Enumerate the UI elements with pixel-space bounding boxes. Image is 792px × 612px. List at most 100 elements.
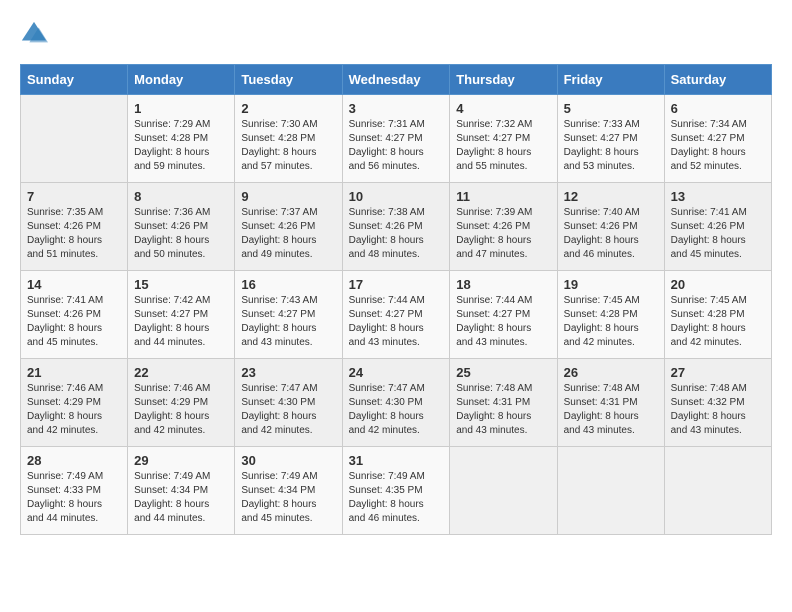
day-number: 16 [241, 277, 335, 292]
weekday-header-monday: Monday [128, 65, 235, 95]
day-number: 10 [349, 189, 444, 204]
day-number: 27 [671, 365, 765, 380]
day-number: 17 [349, 277, 444, 292]
day-number: 12 [564, 189, 658, 204]
calendar-cell: 7 Sunrise: 7:35 AM Sunset: 4:26 PM Daylig… [21, 183, 128, 271]
day-info: Sunrise: 7:33 AM Sunset: 4:27 PM Dayligh… [564, 118, 658, 174]
calendar-cell: 20 Sunrise: 7:45 AM Sunset: 4:28 PM Dayli… [664, 271, 771, 359]
weekday-row: SundayMondayTuesdayWednesdayThursdayFrid… [21, 65, 772, 95]
calendar-cell: 16 Sunrise: 7:43 AM Sunset: 4:27 PM Dayli… [235, 271, 342, 359]
day-number: 15 [134, 277, 228, 292]
calendar-cell: 21 Sunrise: 7:46 AM Sunset: 4:29 PM Dayli… [21, 359, 128, 447]
calendar-cell: 17 Sunrise: 7:44 AM Sunset: 4:27 PM Dayli… [342, 271, 450, 359]
calendar-cell: 28 Sunrise: 7:49 AM Sunset: 4:33 PM Dayli… [21, 447, 128, 535]
day-number: 5 [564, 101, 658, 116]
calendar-body: 1Sunrise: 7:29 AM Sunset: 4:28 PM Daylig… [21, 95, 772, 535]
calendar-cell [450, 447, 557, 535]
calendar-cell: 22 Sunrise: 7:46 AM Sunset: 4:29 PM Dayli… [128, 359, 235, 447]
day-number: 18 [456, 277, 550, 292]
day-number: 24 [349, 365, 444, 380]
calendar-week-row: 21 Sunrise: 7:46 AM Sunset: 4:29 PM Dayli… [21, 359, 772, 447]
calendar-cell [557, 447, 664, 535]
day-info: Sunrise: 7:34 AM Sunset: 4:27 PM Dayligh… [671, 118, 765, 174]
day-info: Sunrise: 7:48 AM Sunset: 4:32 PM Dayligh… [671, 382, 765, 438]
day-number: 13 [671, 189, 765, 204]
day-number: 26 [564, 365, 658, 380]
calendar-cell [664, 447, 771, 535]
calendar-week-row: 7 Sunrise: 7:35 AM Sunset: 4:26 PM Daylig… [21, 183, 772, 271]
page-header [20, 20, 772, 48]
day-info: Sunrise: 7:38 AM Sunset: 4:26 PM Dayligh… [349, 206, 444, 262]
logo-icon [20, 20, 48, 48]
calendar-cell: 1Sunrise: 7:29 AM Sunset: 4:28 PM Daylig… [128, 95, 235, 183]
day-info: Sunrise: 7:31 AM Sunset: 4:27 PM Dayligh… [349, 118, 444, 174]
day-number: 9 [241, 189, 335, 204]
weekday-header-wednesday: Wednesday [342, 65, 450, 95]
day-info: Sunrise: 7:49 AM Sunset: 4:33 PM Dayligh… [27, 470, 121, 526]
logo [20, 20, 52, 48]
day-info: Sunrise: 7:41 AM Sunset: 4:26 PM Dayligh… [671, 206, 765, 262]
calendar-cell: 14 Sunrise: 7:41 AM Sunset: 4:26 PM Dayli… [21, 271, 128, 359]
day-number: 25 [456, 365, 550, 380]
day-number: 21 [27, 365, 121, 380]
calendar-cell: 2 Sunrise: 7:30 AM Sunset: 4:28 PM Daylig… [235, 95, 342, 183]
calendar-cell: 5 Sunrise: 7:33 AM Sunset: 4:27 PM Daylig… [557, 95, 664, 183]
day-info: Sunrise: 7:29 AM Sunset: 4:28 PM Dayligh… [134, 118, 228, 174]
day-info: Sunrise: 7:42 AM Sunset: 4:27 PM Dayligh… [134, 294, 228, 350]
calendar-cell: 10 Sunrise: 7:38 AM Sunset: 4:26 PM Dayli… [342, 183, 450, 271]
calendar-cell: 26Sunrise: 7:48 AM Sunset: 4:31 PM Dayli… [557, 359, 664, 447]
calendar-week-row: 14 Sunrise: 7:41 AM Sunset: 4:26 PM Dayli… [21, 271, 772, 359]
day-number: 30 [241, 453, 335, 468]
calendar-cell: 18 Sunrise: 7:44 AM Sunset: 4:27 PM Dayli… [450, 271, 557, 359]
day-info: Sunrise: 7:46 AM Sunset: 4:29 PM Dayligh… [27, 382, 121, 438]
calendar-week-row: 1Sunrise: 7:29 AM Sunset: 4:28 PM Daylig… [21, 95, 772, 183]
day-info: Sunrise: 7:39 AM Sunset: 4:26 PM Dayligh… [456, 206, 550, 262]
day-number: 19 [564, 277, 658, 292]
weekday-header-friday: Friday [557, 65, 664, 95]
day-info: Sunrise: 7:35 AM Sunset: 4:26 PM Dayligh… [27, 206, 121, 262]
calendar-cell: 9 Sunrise: 7:37 AM Sunset: 4:26 PM Daylig… [235, 183, 342, 271]
day-number: 31 [349, 453, 444, 468]
weekday-header-thursday: Thursday [450, 65, 557, 95]
calendar-cell: 24Sunrise: 7:47 AM Sunset: 4:30 PM Dayli… [342, 359, 450, 447]
day-number: 29 [134, 453, 228, 468]
day-number: 22 [134, 365, 228, 380]
calendar-cell: 27 Sunrise: 7:48 AM Sunset: 4:32 PM Dayli… [664, 359, 771, 447]
day-info: Sunrise: 7:47 AM Sunset: 4:30 PM Dayligh… [241, 382, 335, 438]
calendar-cell: 30 Sunrise: 7:49 AM Sunset: 4:34 PM Dayli… [235, 447, 342, 535]
calendar-header: SundayMondayTuesdayWednesdayThursdayFrid… [21, 65, 772, 95]
calendar-week-row: 28 Sunrise: 7:49 AM Sunset: 4:33 PM Dayli… [21, 447, 772, 535]
calendar-cell: 8 Sunrise: 7:36 AM Sunset: 4:26 PM Daylig… [128, 183, 235, 271]
day-info: Sunrise: 7:45 AM Sunset: 4:28 PM Dayligh… [671, 294, 765, 350]
weekday-header-tuesday: Tuesday [235, 65, 342, 95]
day-info: Sunrise: 7:46 AM Sunset: 4:29 PM Dayligh… [134, 382, 228, 438]
calendar-cell [21, 95, 128, 183]
day-info: Sunrise: 7:48 AM Sunset: 4:31 PM Dayligh… [456, 382, 550, 438]
day-number: 8 [134, 189, 228, 204]
day-info: Sunrise: 7:43 AM Sunset: 4:27 PM Dayligh… [241, 294, 335, 350]
day-number: 28 [27, 453, 121, 468]
calendar-cell: 25 Sunrise: 7:48 AM Sunset: 4:31 PM Dayli… [450, 359, 557, 447]
day-number: 20 [671, 277, 765, 292]
calendar-table: SundayMondayTuesdayWednesdayThursdayFrid… [20, 64, 772, 535]
calendar-cell: 11 Sunrise: 7:39 AM Sunset: 4:26 PM Dayli… [450, 183, 557, 271]
day-info: Sunrise: 7:30 AM Sunset: 4:28 PM Dayligh… [241, 118, 335, 174]
day-number: 7 [27, 189, 121, 204]
day-info: Sunrise: 7:37 AM Sunset: 4:26 PM Dayligh… [241, 206, 335, 262]
calendar-cell: 3Sunrise: 7:31 AM Sunset: 4:27 PM Daylig… [342, 95, 450, 183]
day-info: Sunrise: 7:49 AM Sunset: 4:34 PM Dayligh… [241, 470, 335, 526]
calendar-cell: 19 Sunrise: 7:45 AM Sunset: 4:28 PM Dayli… [557, 271, 664, 359]
day-number: 2 [241, 101, 335, 116]
day-info: Sunrise: 7:41 AM Sunset: 4:26 PM Dayligh… [27, 294, 121, 350]
day-info: Sunrise: 7:36 AM Sunset: 4:26 PM Dayligh… [134, 206, 228, 262]
day-number: 14 [27, 277, 121, 292]
calendar-cell: 4Sunrise: 7:32 AM Sunset: 4:27 PM Daylig… [450, 95, 557, 183]
weekday-header-saturday: Saturday [664, 65, 771, 95]
day-info: Sunrise: 7:45 AM Sunset: 4:28 PM Dayligh… [564, 294, 658, 350]
calendar-cell: 29Sunrise: 7:49 AM Sunset: 4:34 PM Dayli… [128, 447, 235, 535]
day-info: Sunrise: 7:40 AM Sunset: 4:26 PM Dayligh… [564, 206, 658, 262]
day-info: Sunrise: 7:44 AM Sunset: 4:27 PM Dayligh… [456, 294, 550, 350]
day-number: 11 [456, 189, 550, 204]
calendar-cell: 12 Sunrise: 7:40 AM Sunset: 4:26 PM Dayli… [557, 183, 664, 271]
day-info: Sunrise: 7:44 AM Sunset: 4:27 PM Dayligh… [349, 294, 444, 350]
